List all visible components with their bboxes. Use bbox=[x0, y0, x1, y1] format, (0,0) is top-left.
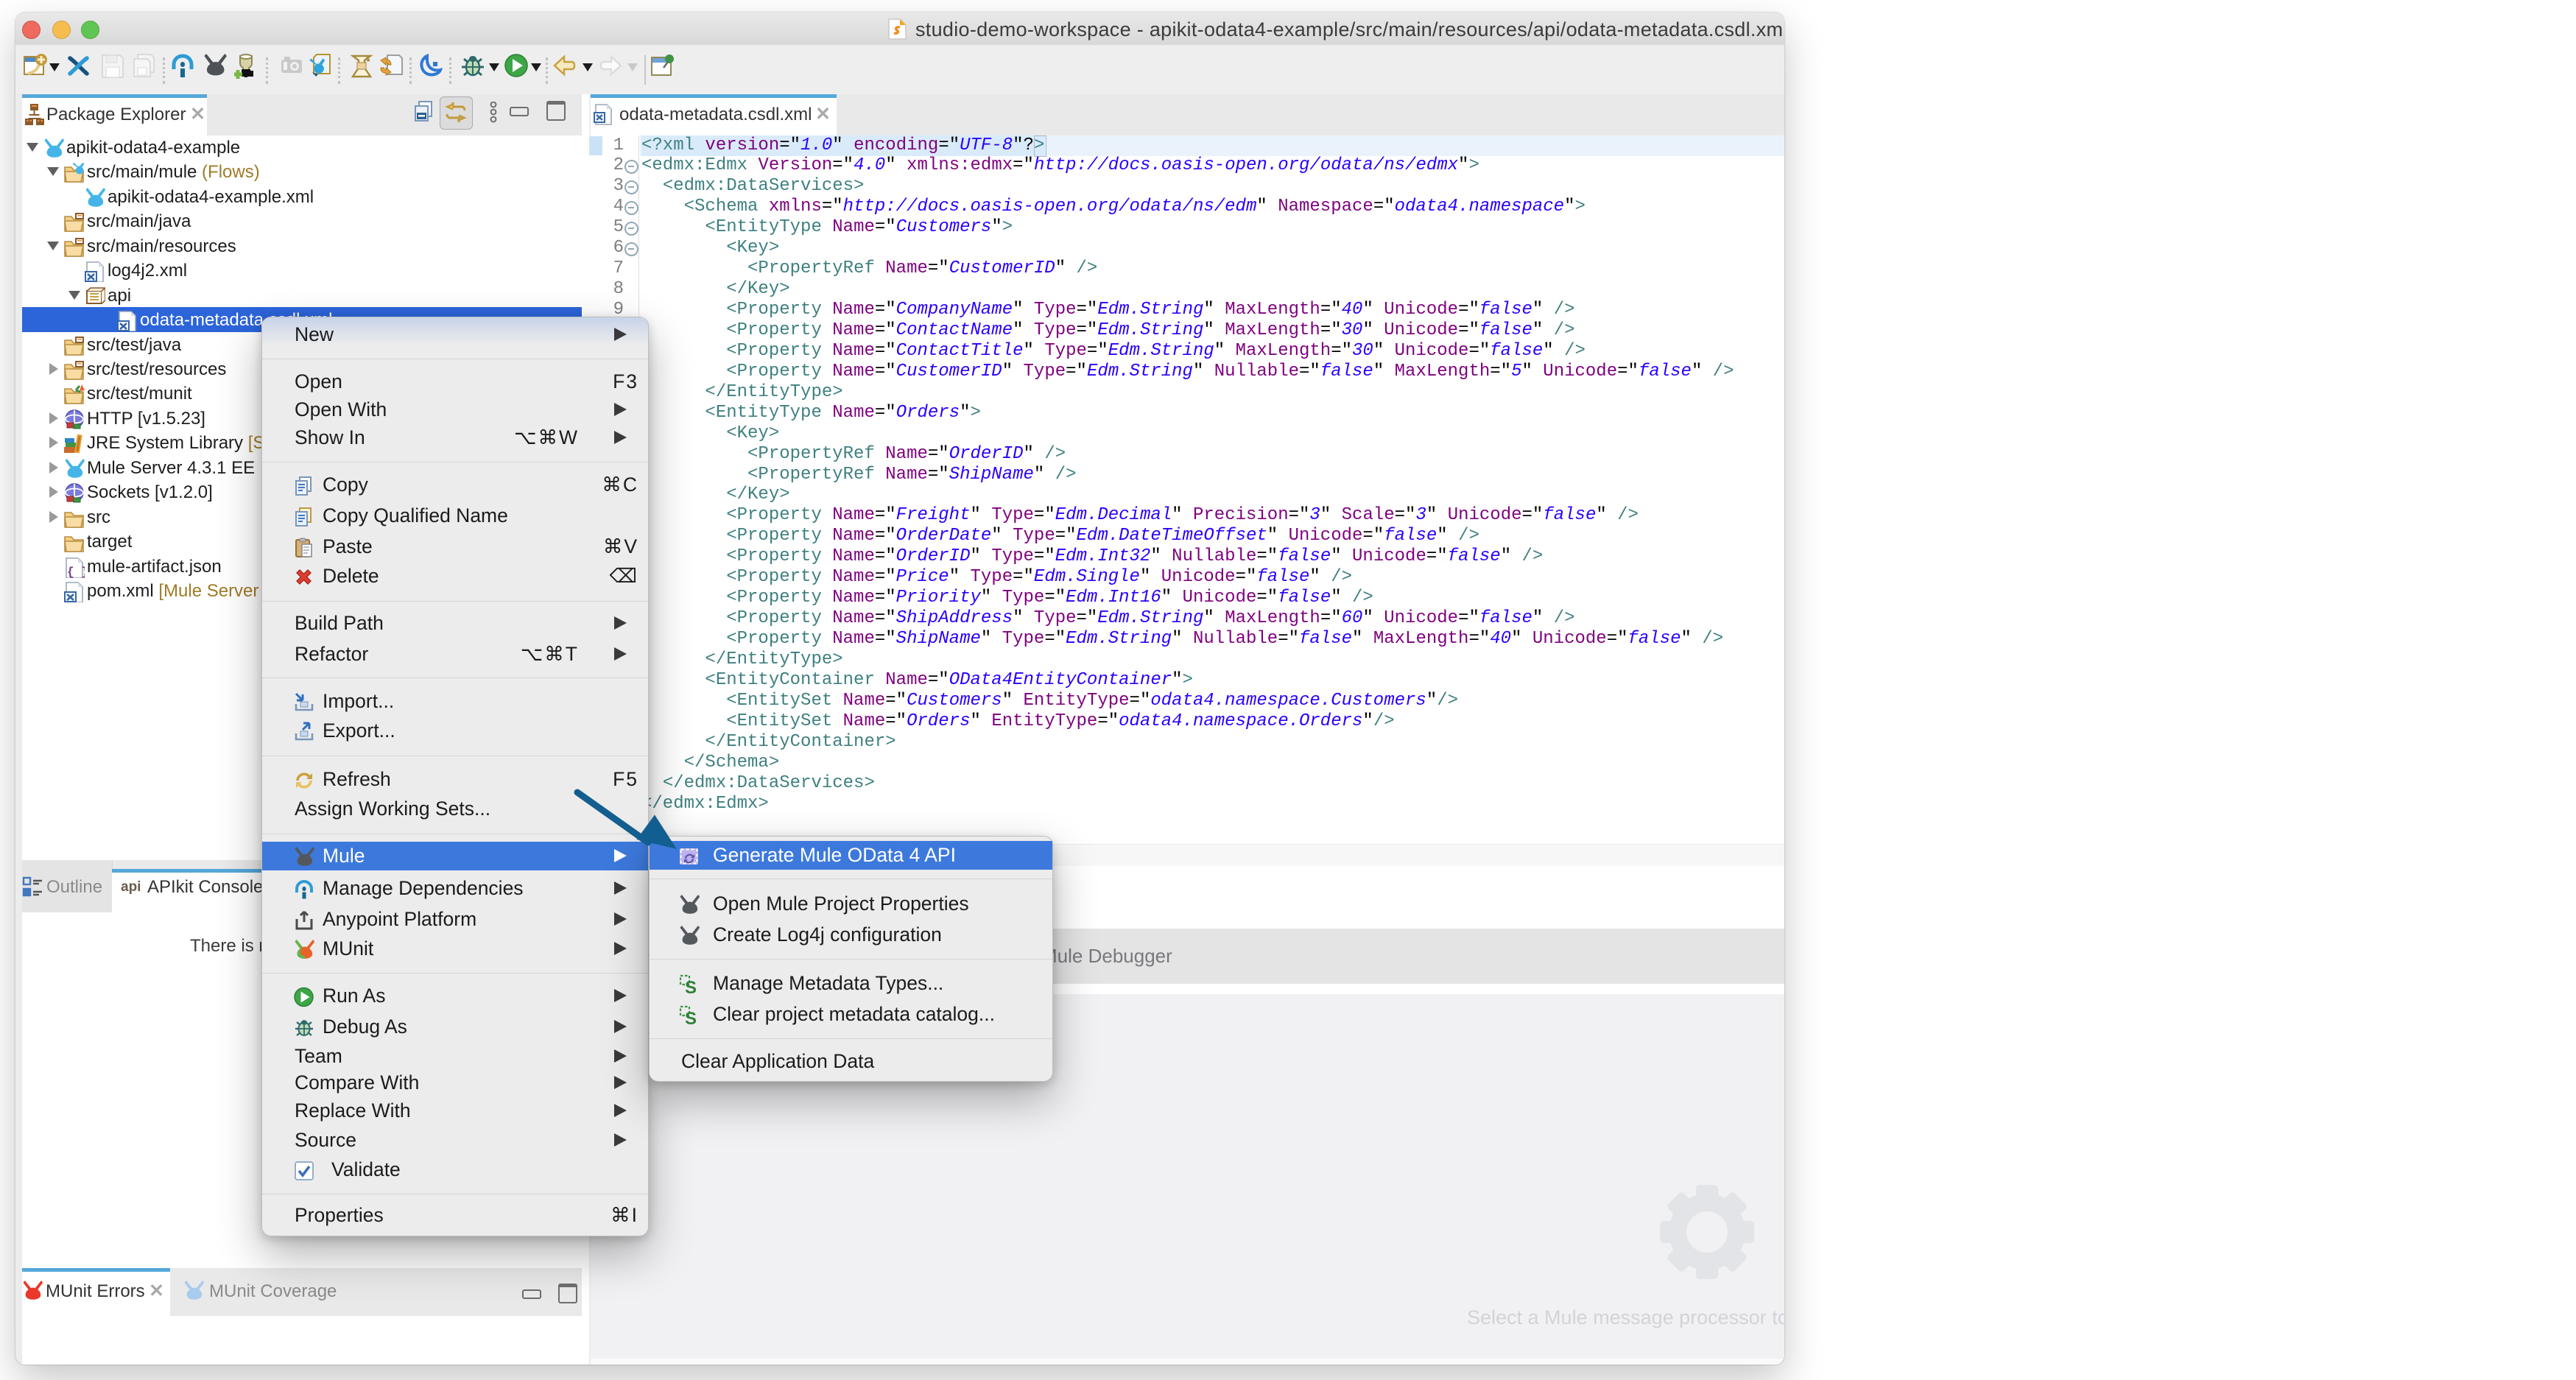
svg-text:{ }: { } bbox=[67, 566, 85, 578]
svg-text:S: S bbox=[685, 1009, 697, 1026]
svg-text:S: S bbox=[685, 978, 697, 995]
